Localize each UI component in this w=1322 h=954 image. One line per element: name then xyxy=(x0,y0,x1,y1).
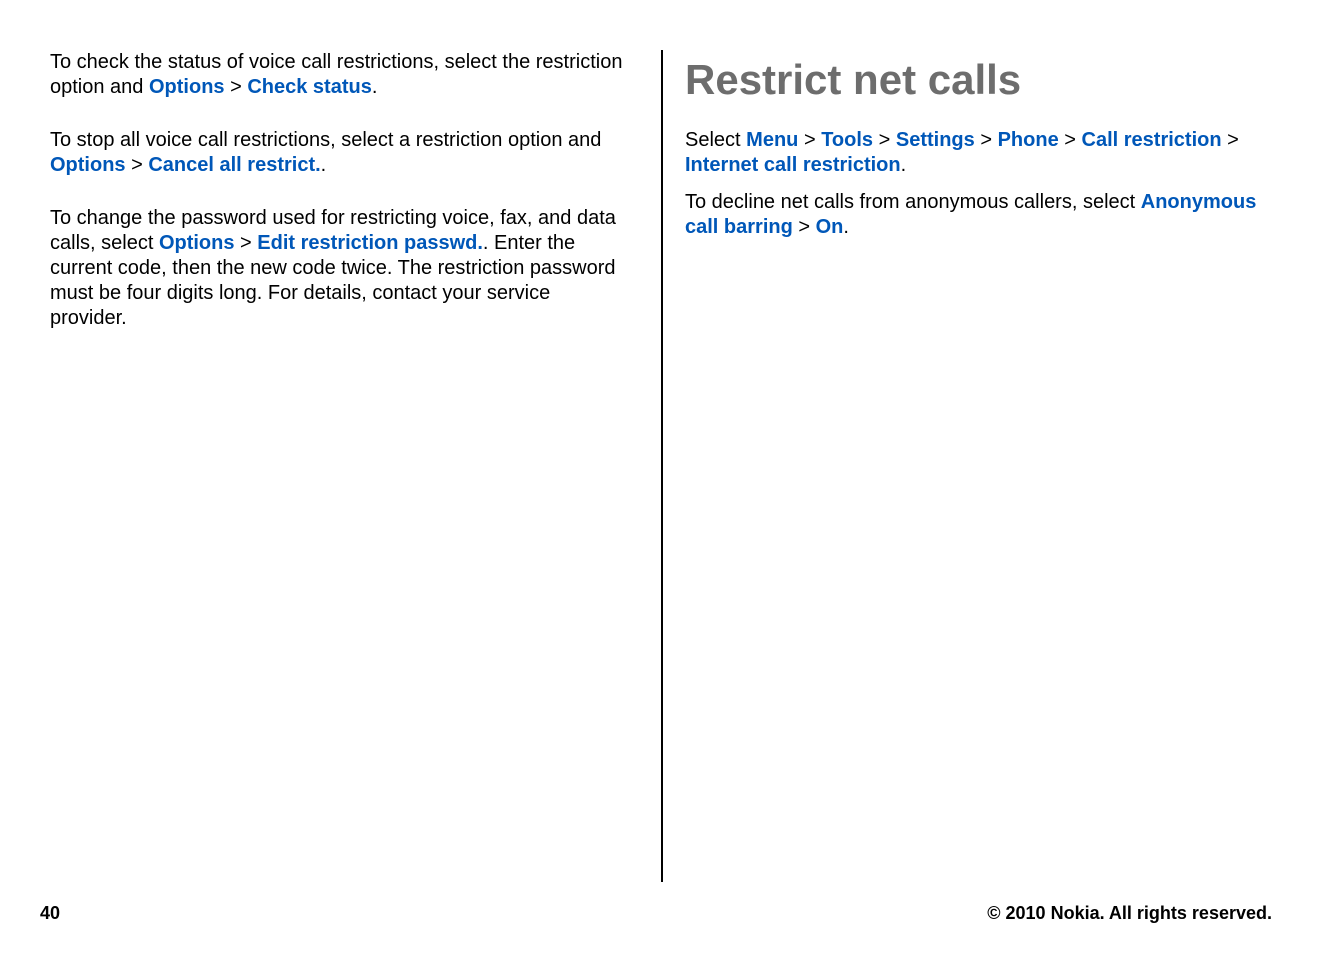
heading-restrict-net-calls: Restrict net calls xyxy=(685,56,1272,104)
text: To decline net calls from anonymous call… xyxy=(685,191,1141,213)
left-column: To check the status of voice call restri… xyxy=(50,50,661,860)
keyword-options: Options xyxy=(159,232,235,254)
text: . xyxy=(843,216,849,238)
keyword-tools: Tools xyxy=(821,129,873,151)
paragraph-check-status: To check the status of voice call restri… xyxy=(50,50,631,100)
keyword-call-restriction: Call restriction xyxy=(1082,129,1222,151)
separator: > xyxy=(1064,129,1076,151)
keyword-edit-passwd: Edit restriction passwd. xyxy=(257,232,483,254)
keyword-internet-call-restriction: Internet call restriction xyxy=(685,154,901,176)
keyword-options: Options xyxy=(50,154,126,176)
page-number: 40 xyxy=(40,903,60,924)
text: . xyxy=(321,154,327,176)
keyword-menu: Menu xyxy=(746,129,798,151)
text: . xyxy=(901,154,907,176)
text: . xyxy=(372,76,378,98)
keyword-check-status: Check status xyxy=(247,76,372,98)
copyright: © 2010 Nokia. All rights reserved. xyxy=(987,903,1272,924)
separator: > xyxy=(804,129,816,151)
paragraph-change-password: To change the password used for restrict… xyxy=(50,206,631,331)
separator: > xyxy=(798,216,810,238)
keyword-cancel-all: Cancel all restrict. xyxy=(148,154,320,176)
footer: 40 © 2010 Nokia. All rights reserved. xyxy=(0,903,1322,924)
paragraph-nav-path: Select Menu > Tools > Settings > Phone >… xyxy=(685,128,1272,178)
keyword-options: Options xyxy=(149,76,225,98)
separator: > xyxy=(240,232,252,254)
paragraph-anonymous-barring: To decline net calls from anonymous call… xyxy=(685,190,1272,240)
separator: > xyxy=(131,154,143,176)
right-column: Restrict net calls Select Menu > Tools >… xyxy=(661,50,1272,882)
page-content: To check the status of voice call restri… xyxy=(0,0,1322,860)
keyword-phone: Phone xyxy=(998,129,1059,151)
text: Select xyxy=(685,129,746,151)
text: To stop all voice call restrictions, sel… xyxy=(50,129,601,151)
separator: > xyxy=(230,76,242,98)
keyword-on: On xyxy=(816,216,844,238)
separator: > xyxy=(1227,129,1239,151)
paragraph-cancel-restrict: To stop all voice call restrictions, sel… xyxy=(50,128,631,178)
separator: > xyxy=(879,129,891,151)
keyword-settings: Settings xyxy=(896,129,975,151)
separator: > xyxy=(980,129,992,151)
